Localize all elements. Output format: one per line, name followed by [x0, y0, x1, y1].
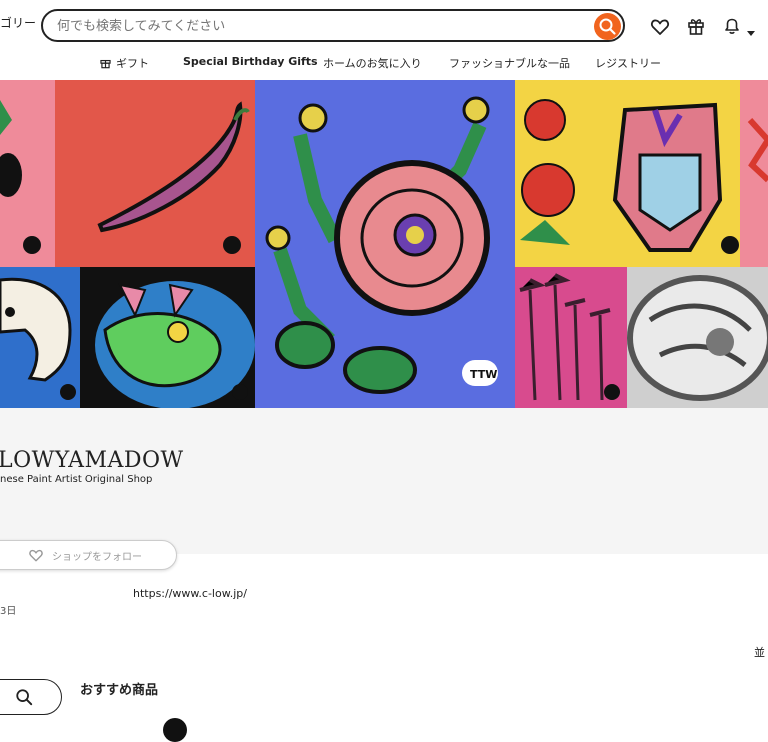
caret-down-icon	[747, 31, 755, 36]
shop-banner: TTW	[0, 80, 768, 408]
bell-icon	[725, 18, 739, 34]
search-button[interactable]	[594, 13, 621, 40]
follow-shop-label: ショップをフォロー	[52, 552, 142, 563]
search-input[interactable]	[57, 17, 577, 35]
heart-icon	[651, 19, 669, 35]
nav-tab-label: ギフト	[116, 57, 149, 70]
nav-tab-home-favorites[interactable]: ホームのお気に入り	[323, 55, 422, 71]
favorites-button[interactable]	[650, 17, 670, 41]
heart-icon	[29, 549, 43, 562]
search-icon	[16, 689, 33, 706]
search-bar[interactable]	[41, 9, 625, 42]
shop-since-date: 3日	[0, 606, 17, 617]
shop-tagline: nese Paint Artist Original Shop	[0, 474, 153, 485]
search-icon	[599, 18, 616, 35]
svg-text:TTW: TTW	[470, 368, 497, 381]
avatar	[163, 718, 187, 742]
categories-menu-label[interactable]: ゴリー	[0, 14, 36, 31]
account-menu-toggle[interactable]	[746, 23, 756, 42]
follow-shop-button[interactable]: ショップをフォロー	[0, 540, 177, 570]
gift-icon	[688, 19, 704, 35]
gift-button[interactable]	[686, 16, 706, 40]
featured-items-heading: おすすめ商品	[80, 683, 159, 698]
shop-search-button[interactable]	[0, 679, 62, 715]
nav-tab-gifts[interactable]: ギフト	[99, 55, 149, 71]
gift-icon	[100, 59, 111, 69]
nav-tab-special-birthday[interactable]: Special Birthday Gifts	[183, 55, 318, 68]
banner-artwork: TTW	[0, 80, 768, 408]
nav-tab-registry[interactable]: レジストリー	[595, 55, 661, 71]
shop-name: LOWYAMADOW	[0, 448, 184, 473]
notifications-button[interactable]	[722, 16, 742, 40]
shop-website-link[interactable]: https://www.c-low.jp/	[133, 587, 247, 600]
nav-tab-fashion[interactable]: ファッショナブルな一品	[449, 55, 570, 71]
sort-dropdown[interactable]: 並	[754, 644, 765, 660]
